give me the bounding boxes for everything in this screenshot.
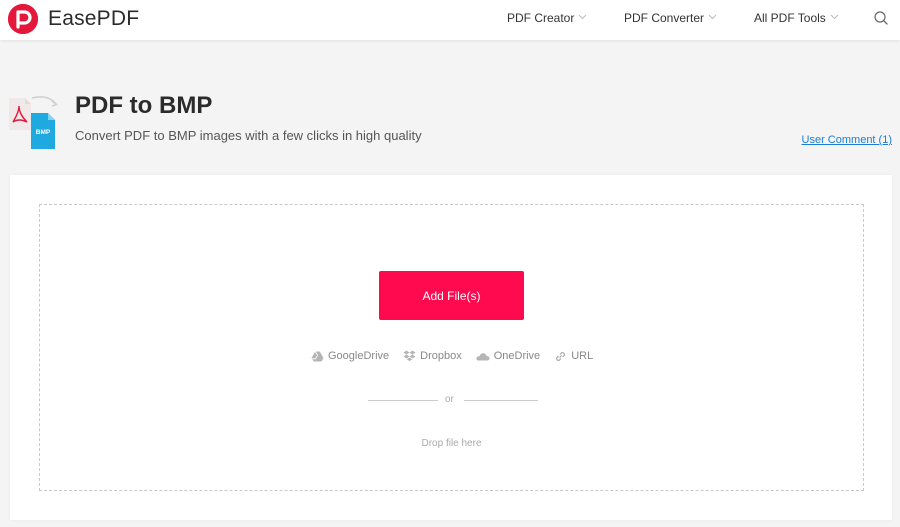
url-label: URL: [571, 350, 594, 362]
nav-all-pdf-tools-label: All PDF Tools: [754, 11, 826, 25]
or-text: or: [445, 394, 454, 405]
file-drop-zone[interactable]: Add File(s) GoogleDrive Dropbox OneDrive…: [39, 204, 864, 491]
page-subtitle: Convert PDF to BMP images with a few cli…: [75, 128, 422, 143]
google-drive-source[interactable]: GoogleDrive: [311, 350, 389, 362]
dropbox-icon: [403, 350, 416, 361]
onedrive-label: OneDrive: [493, 350, 541, 362]
pdf-to-bmp-icon: BMP: [8, 92, 60, 150]
nav-pdf-converter-label: PDF Converter: [624, 11, 705, 25]
chevron-down-icon: [708, 14, 717, 19]
nav-pdf-creator[interactable]: PDF Creator: [507, 11, 587, 25]
dropbox-label: Dropbox: [420, 350, 462, 362]
divider-line: [368, 400, 438, 401]
onedrive-source[interactable]: OneDrive: [476, 350, 540, 362]
or-divider: or: [368, 394, 538, 406]
cloud-sources: GoogleDrive Dropbox OneDrive URL: [311, 348, 607, 364]
nav-pdf-converter[interactable]: PDF Converter: [624, 11, 717, 25]
link-icon: [556, 351, 566, 361]
page-title: PDF to BMP: [75, 92, 213, 119]
user-comment-link[interactable]: User Comment (1): [802, 134, 892, 146]
add-files-button[interactable]: Add File(s): [379, 271, 524, 320]
brand-name: EasePDF: [48, 7, 140, 30]
upload-panel: Add File(s) GoogleDrive Dropbox OneDrive…: [10, 175, 892, 520]
search-icon: [874, 11, 888, 25]
drop-file-hint: Drop file here: [421, 438, 482, 449]
onedrive-icon: [476, 352, 490, 360]
nav-all-pdf-tools[interactable]: All PDF Tools: [754, 11, 839, 25]
url-source[interactable]: URL: [554, 350, 593, 363]
google-drive-label: GoogleDrive: [328, 350, 390, 362]
nav-pdf-creator-label: PDF Creator: [507, 11, 575, 25]
top-navigation-bar: EasePDF PDF Creator PDF Converter All PD…: [0, 0, 900, 40]
brand[interactable]: EasePDF: [8, 4, 139, 34]
easepdf-logo-icon: [8, 4, 38, 34]
bmp-badge-text: BMP: [36, 129, 51, 136]
divider-line: [464, 400, 538, 401]
chevron-down-icon: [830, 14, 839, 19]
dropbox-source[interactable]: Dropbox: [403, 350, 462, 362]
search-button[interactable]: [873, 10, 889, 26]
google-drive-icon: [311, 350, 324, 361]
chevron-down-icon: [579, 14, 587, 19]
